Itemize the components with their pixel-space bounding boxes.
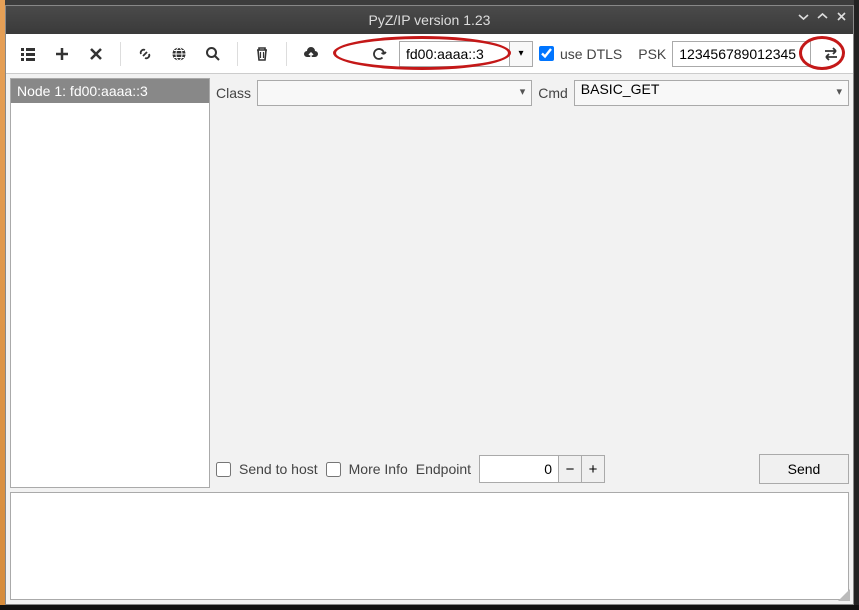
toolbar: ▾ use DTLS PSK [6, 34, 853, 74]
remove-icon[interactable] [82, 40, 110, 68]
use-dtls-label: use DTLS [560, 46, 622, 62]
list-icon[interactable] [14, 40, 42, 68]
window-controls [798, 10, 847, 25]
desktop-edge-bottom [0, 605, 859, 610]
more-info-label: More Info [349, 461, 408, 477]
command-row: Class Cmd BASIC_GET [216, 78, 849, 114]
send-row: Send to host More Info Endpoint − + Send [216, 450, 849, 488]
globe-icon[interactable] [165, 40, 193, 68]
use-dtls-checkbox[interactable] [539, 46, 554, 61]
close-icon[interactable] [836, 10, 847, 25]
window-title: PyZ/IP version 1.23 [369, 12, 491, 28]
address-combo: ▾ [399, 41, 533, 67]
titlebar[interactable]: PyZ/IP version 1.23 [6, 6, 853, 34]
endpoint-stepper: − + [479, 455, 605, 483]
log-area[interactable] [10, 492, 849, 600]
class-dropdown[interactable] [257, 80, 532, 106]
cmd-dropdown[interactable]: BASIC_GET [574, 80, 849, 106]
trash-icon[interactable] [248, 40, 276, 68]
endpoint-plus-button[interactable]: + [581, 455, 605, 483]
chevron-down-icon: ▾ [518, 48, 523, 59]
send-button[interactable]: Send [759, 454, 849, 484]
node-list-item[interactable]: Node 1: fd00:aaaa::3 [11, 79, 209, 103]
toolbar-separator [286, 42, 287, 66]
endpoint-label: Endpoint [416, 461, 471, 477]
node-list[interactable]: Node 1: fd00:aaaa::3 [10, 78, 210, 488]
minimize-icon[interactable] [798, 10, 809, 25]
swap-icon [822, 46, 840, 62]
cmd-label: Cmd [538, 85, 568, 101]
resize-grip[interactable] [836, 587, 850, 601]
endpoint-minus-button[interactable]: − [558, 455, 582, 483]
cloud-upload-icon[interactable] [297, 40, 325, 68]
maximize-icon[interactable] [817, 10, 828, 25]
main-body: Node 1: fd00:aaaa::3 Class Cmd BASIC_GET… [6, 74, 853, 604]
desktop-edge-right [854, 0, 859, 610]
send-to-host-checkbox[interactable] [216, 462, 231, 477]
psk-input[interactable] [672, 41, 811, 67]
endpoint-input[interactable] [479, 455, 559, 483]
more-info-checkbox[interactable] [326, 462, 341, 477]
send-to-host-label: Send to host [239, 461, 318, 477]
swap-button[interactable] [817, 40, 845, 68]
address-input[interactable] [399, 41, 509, 67]
add-icon[interactable] [48, 40, 76, 68]
link-icon[interactable] [131, 40, 159, 68]
psk-label: PSK [638, 46, 666, 62]
search-icon[interactable] [199, 40, 227, 68]
params-area [216, 114, 849, 450]
mid-row: Node 1: fd00:aaaa::3 Class Cmd BASIC_GET… [10, 78, 849, 488]
right-column: Class Cmd BASIC_GET Send to host More In… [216, 78, 849, 488]
app-window: PyZ/IP version 1.23 [5, 5, 854, 605]
toolbar-separator [120, 42, 121, 66]
class-label: Class [216, 85, 251, 101]
address-dropdown-button[interactable]: ▾ [509, 41, 533, 67]
refresh-icon[interactable] [365, 40, 393, 68]
toolbar-separator [237, 42, 238, 66]
